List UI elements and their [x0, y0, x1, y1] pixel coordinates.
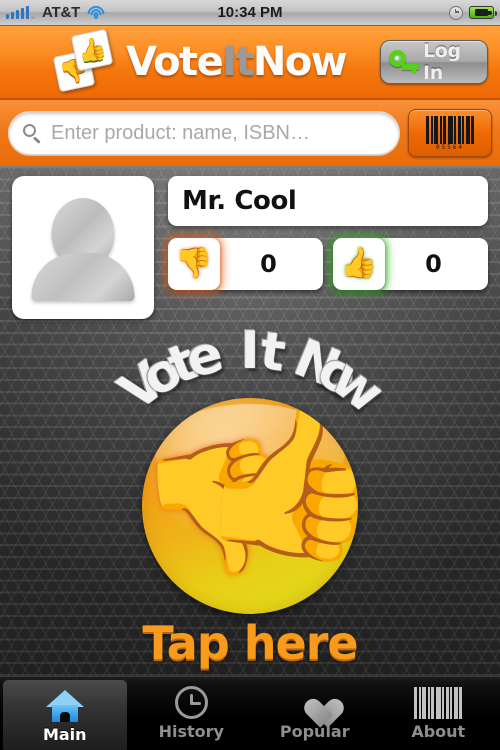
brand-part-now: Now [252, 39, 348, 85]
brand-title: VoteItNow [126, 39, 348, 85]
heart-icon [297, 687, 333, 719]
status-bar: AT&T 10:34 PM [0, 0, 500, 26]
arc-title-letter: t [159, 331, 206, 397]
app-header: 👎 👍 VoteItNow Log In [0, 26, 500, 100]
search-field[interactable] [8, 111, 400, 155]
login-button[interactable]: Log In [380, 40, 488, 84]
tab-popular[interactable]: Popular [253, 677, 377, 750]
profile-details: Mr. Cool 👎 0 👍 0 [168, 176, 488, 321]
brand-part-vote: Vote [126, 39, 224, 85]
profile-row: Mr. Cool 👎 0 👍 0 [0, 176, 500, 321]
search-bar: 05564 [0, 100, 500, 168]
clock-icon [174, 686, 208, 719]
thumbs-down-count: 0 [214, 238, 323, 290]
tab-history-label: History [158, 722, 224, 741]
tab-about-label: About [411, 721, 466, 741]
arc-title-letter: t [256, 321, 290, 384]
badge-thumb-up-icon: 👍 [189, 398, 358, 576]
avatar[interactable] [12, 176, 154, 319]
tab-main-label: Main [42, 724, 87, 744]
thumbs-up-counter: 👍 0 [333, 238, 488, 290]
vote-badge: 👎 👍 [142, 398, 358, 614]
barcode-icon [414, 686, 463, 719]
battery-charging-icon [469, 6, 497, 19]
status-bar-right [449, 5, 497, 20]
tab-about[interactable]: About [377, 677, 500, 750]
barcode-digits: 05564 [435, 143, 465, 151]
tab-history[interactable]: History [130, 677, 254, 750]
product-name-label: Mr. Cool [182, 186, 297, 216]
app-logo: 👎 👍 [52, 28, 124, 93]
thumb-up-icon: 👍 [340, 247, 378, 280]
thumbs-up-count: 0 [379, 238, 488, 290]
app-screen: AT&T 10:34 PM 👎 👍 VoteItNow Log In Enter… [0, 0, 500, 750]
thumbs-down-counter: 👎 0 [168, 238, 323, 290]
thumb-up-icon: 👍 [75, 33, 109, 66]
main-content: Mr. Cool 👎 0 👍 0 V o t e I t N o w 👎 👍 T… [0, 168, 500, 676]
barcode-icon [426, 115, 474, 144]
vote-badge-button[interactable]: 👎 👍 [142, 398, 358, 614]
arc-title-letter: N [285, 328, 349, 401]
search-icon [23, 124, 41, 144]
logo-thumb-up-card: 👍 [70, 28, 114, 72]
login-button-label: Log In [423, 40, 461, 84]
thumbs-down-button[interactable]: 👎 [168, 238, 220, 290]
tab-popular-label: Popular [279, 721, 350, 741]
vote-counters: 👎 0 👍 0 [168, 238, 488, 321]
tab-main[interactable]: Main [3, 680, 127, 750]
carrier-label: AT&T [42, 4, 81, 21]
tap-here-label: Tap here [142, 616, 358, 670]
status-bar-left: AT&T [6, 4, 105, 21]
thumbs-up-button[interactable]: 👍 [333, 238, 385, 290]
arc-title-letter: e [179, 323, 230, 391]
barcode-scan-button[interactable]: 05564 [408, 109, 492, 157]
product-name-field[interactable]: Mr. Cool [168, 176, 488, 226]
thumb-down-icon: 👎 [175, 247, 213, 280]
wifi-icon [87, 6, 105, 19]
arc-title-letter [279, 326, 312, 389]
search-input[interactable] [51, 121, 385, 145]
arc-title-letter: I [240, 321, 260, 381]
brand-part-it: It [222, 39, 254, 85]
avatar-placeholder-icon [29, 194, 137, 302]
key-icon [389, 49, 419, 75]
home-icon [45, 689, 84, 722]
signal-bars-icon [6, 6, 35, 19]
arc-title-letter [214, 322, 240, 384]
tab-bar: Main History Popular About [0, 676, 500, 750]
clock-icon [449, 5, 463, 20]
